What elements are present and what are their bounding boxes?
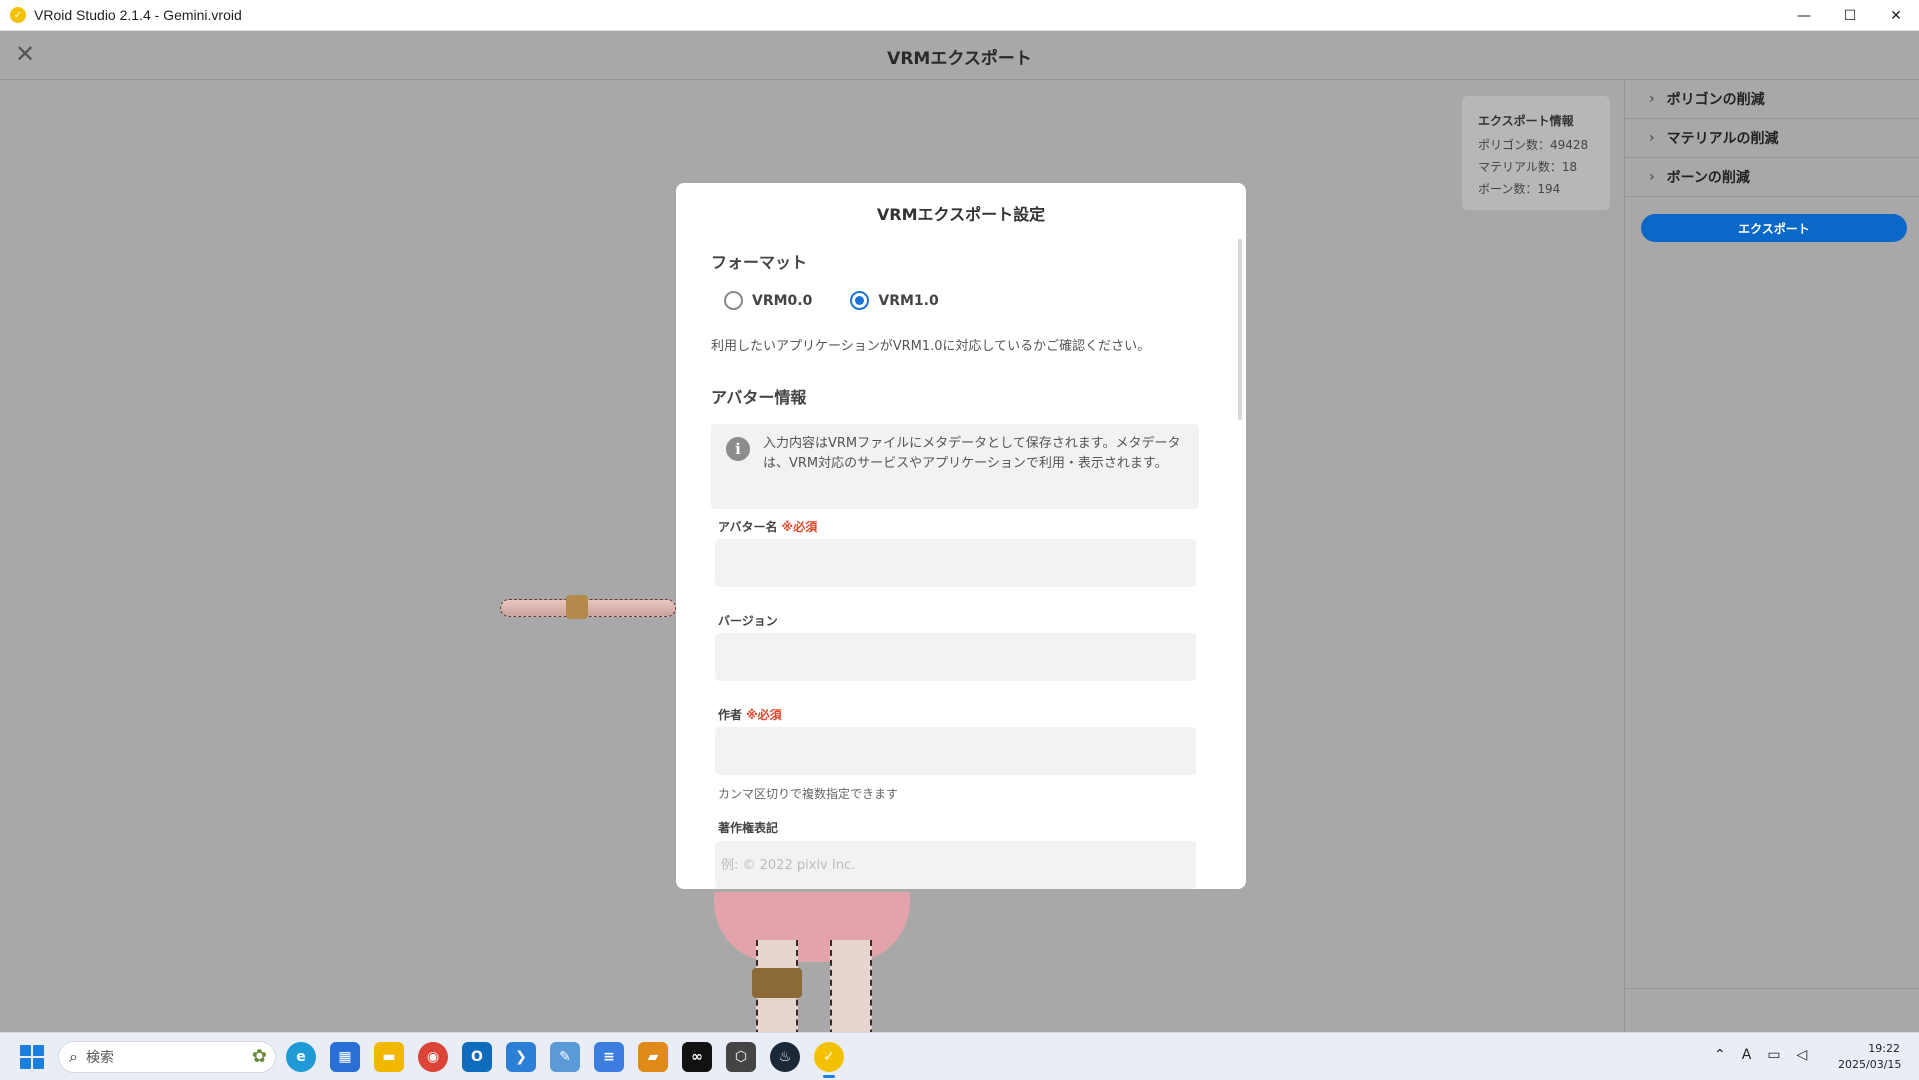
export-button[interactable]: エクスポート xyxy=(1641,214,1907,242)
search-icon: ⌕ xyxy=(69,1047,78,1066)
chevron-right-icon: › xyxy=(1649,91,1655,107)
windows-logo-icon xyxy=(33,1058,44,1069)
notepad-icon[interactable]: ≡ xyxy=(594,1042,624,1072)
chrome-icon[interactable]: ◉ xyxy=(418,1042,448,1072)
polygon-count: ポリゴン数：49428 xyxy=(1478,138,1589,152)
accordion-label: ポリゴンの削減 xyxy=(1666,92,1765,108)
radio-selected-icon xyxy=(850,291,870,310)
page-title: VRMエクスポート xyxy=(887,49,1032,69)
copyright-input[interactable] xyxy=(715,841,1196,889)
panel-divider xyxy=(1625,988,1919,989)
vroid-taskbar-icon[interactable]: ✓ xyxy=(814,1042,844,1078)
windows-taskbar: ⌕ 検索 ✿ e ▦ ▬ ◉ O ❯ ✎ ≡ ▰ ∞ ⬡ ♨ ✓ ⌃ A ▭ ◁… xyxy=(0,1032,1919,1080)
author-label: 作者 ※必須 xyxy=(718,706,782,723)
dialog-title: VRMエクスポート設定 xyxy=(876,205,1046,224)
format-heading: フォーマット xyxy=(711,253,808,272)
outlook-icon[interactable]: O xyxy=(462,1042,492,1072)
model-garter xyxy=(752,968,802,998)
export-settings-dialog: VRMエクスポート設定 フォーマット VRM0.0 VRM1.0 利用したいアプ… xyxy=(676,183,1246,889)
steam-icon[interactable]: ♨ xyxy=(770,1042,800,1072)
accordion-label: ボーンの削減 xyxy=(1666,170,1750,186)
maximize-button[interactable]: ☐ xyxy=(1827,0,1873,31)
radio-vrm1[interactable]: VRM1.0 xyxy=(850,291,939,310)
system-tray: ⌃ A ▭ ◁ xyxy=(1714,1047,1823,1063)
format-note: 利用したいアプリケーションがVRM1.0に対応しているかご確認ください。 xyxy=(711,339,1151,354)
metadata-info-text: 入力内容はVRMファイルにメタデータとして保存されます。メタデータは、VRM対応… xyxy=(763,436,1181,471)
info-icon: i xyxy=(726,437,750,461)
taskbar-clock[interactable]: 19:22 2025/03/15 xyxy=(1838,1041,1902,1073)
required-mark: ※必須 xyxy=(781,520,818,534)
copyright-label: 著作権表記 xyxy=(718,821,779,835)
network-icon[interactable]: ▭ xyxy=(1767,1047,1780,1063)
file-explorer-icon[interactable]: ▬ xyxy=(374,1042,404,1072)
export-header: ✕ VRMエクスポート xyxy=(0,31,1919,80)
author-input[interactable] xyxy=(715,727,1196,775)
radio-label: VRM1.0 xyxy=(878,292,939,309)
model-skirt xyxy=(714,892,910,962)
dialog-content: フォーマット VRM0.0 VRM1.0 利用したいアプリケーションがVRM1.… xyxy=(676,239,1246,889)
model-arm xyxy=(500,599,676,617)
avatar-name-input[interactable] xyxy=(715,539,1196,587)
export-info-title: エクスポート情報 xyxy=(1478,114,1574,128)
vroid-app-icon: ✓ xyxy=(10,7,26,23)
required-mark: ※必須 xyxy=(746,708,782,722)
start-button[interactable] xyxy=(20,1045,44,1069)
avatar-name-label: アバター名 ※必須 xyxy=(718,518,817,535)
window-title: VRoid Studio 2.1.4 - Gemini.vroid xyxy=(34,7,242,23)
radio-label: VRM0.0 xyxy=(752,292,813,309)
accordion-label: マテリアルの削減 xyxy=(1666,131,1779,147)
metadata-info-box: i 入力内容はVRMファイルにメタデータとして保存されます。メタデータは、VRM… xyxy=(711,424,1199,509)
window-controls: — ☐ ✕ xyxy=(1781,0,1919,31)
version-input[interactable] xyxy=(715,633,1196,681)
accordion-material-reduction[interactable]: › マテリアルの削減 xyxy=(1625,119,1919,158)
taskbar-apps: e ▦ ▬ ◉ O ❯ ✎ ≡ ▰ ∞ ⬡ ♨ ✓ xyxy=(286,1042,858,1078)
paint-icon[interactable]: ✎ xyxy=(550,1042,580,1072)
radio-circle-icon xyxy=(724,291,743,310)
vscode-icon[interactable]: ❯ xyxy=(506,1042,536,1072)
radio-vrm0[interactable]: VRM0.0 xyxy=(724,291,812,310)
windows-logo-icon xyxy=(33,1045,44,1056)
volume-icon[interactable]: ◁ xyxy=(1797,1047,1808,1063)
windows-logo-icon xyxy=(20,1058,31,1069)
search-highlight-icon: ✿ xyxy=(251,1046,267,1067)
blender-icon[interactable]: ▰ xyxy=(638,1042,668,1072)
author-hint: カンマ区切りで複数指定できます xyxy=(718,787,899,801)
model-cuff xyxy=(566,595,588,619)
accordion-polygon-reduction[interactable]: › ポリゴンの削減 xyxy=(1625,80,1919,119)
windows-logo-icon xyxy=(20,1045,31,1056)
chevron-right-icon: › xyxy=(1649,169,1655,185)
version-label: バージョン xyxy=(718,614,778,628)
format-radio-group: VRM0.0 VRM1.0 xyxy=(724,291,977,310)
search-placeholder: 検索 xyxy=(85,1050,114,1066)
field-label-text: 作者 xyxy=(718,708,743,722)
window-titlebar: ✓ VRoid Studio 2.1.4 - Gemini.vroid — ☐ … xyxy=(0,0,1919,31)
avatar-info-heading: アバター情報 xyxy=(711,388,807,407)
field-label-text: アバター名 xyxy=(718,520,778,534)
edge-icon[interactable]: e xyxy=(286,1042,316,1072)
model-leg-right xyxy=(830,940,872,1032)
meta-icon[interactable]: ∞ xyxy=(682,1042,712,1072)
ime-indicator[interactable]: A xyxy=(1742,1047,1752,1063)
taskbar-search[interactable]: ⌕ 検索 ✿ xyxy=(58,1041,276,1073)
right-panel: › ポリゴンの削減 › マテリアルの削減 › ボーンの削減 エクスポート xyxy=(1624,80,1919,1032)
chevron-right-icon: › xyxy=(1649,130,1655,146)
minimize-button[interactable]: — xyxy=(1781,0,1827,31)
export-info-card: エクスポート情報 ポリゴン数：49428 マテリアル数：18 ボーン数：194 xyxy=(1462,96,1610,210)
bone-count: ボーン数：194 xyxy=(1478,182,1561,196)
clock-time: 19:22 xyxy=(1868,1042,1900,1055)
material-count: マテリアル数：18 xyxy=(1478,160,1578,174)
accordion-bone-reduction[interactable]: › ボーンの削減 xyxy=(1625,158,1919,197)
unity-icon[interactable]: ⬡ xyxy=(726,1042,756,1072)
store-icon[interactable]: ▦ xyxy=(330,1042,360,1072)
clock-date: 2025/03/15 xyxy=(1838,1058,1902,1071)
chevron-up-icon[interactable]: ⌃ xyxy=(1714,1047,1726,1063)
close-window-button[interactable]: ✕ xyxy=(1873,0,1919,31)
